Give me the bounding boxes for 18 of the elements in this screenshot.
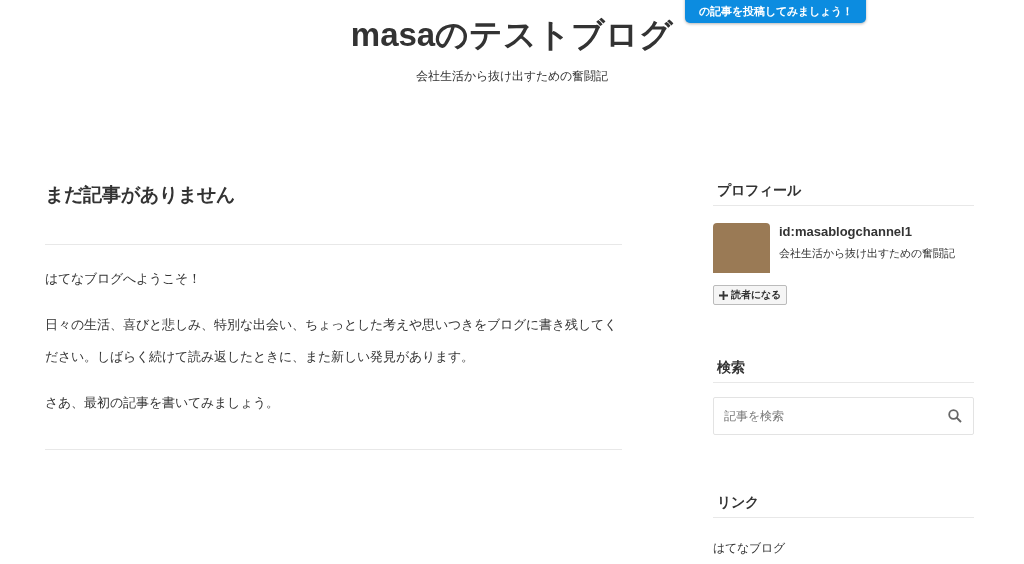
article-paragraph: 日々の生活、喜びと悲しみ、特別な出会い、ちょっとした考えや思いつきをブログに書き残してください。しばらく続けて読み返したときに、また新しい発見があります。 xyxy=(45,316,618,366)
subscribe-button[interactable]: 読者になる xyxy=(713,285,787,305)
avatar-placeholder xyxy=(713,223,770,273)
article-paragraph: さあ、最初の記事を書いてみましょう。 xyxy=(45,394,280,412)
article-paragraph: はてなブログへようこそ！ xyxy=(45,270,202,288)
plus-icon xyxy=(719,290,728,300)
profile-description: 会社生活から抜け出すための奮闘記 xyxy=(779,246,955,261)
blog-title[interactable]: masaのテストブログ xyxy=(350,14,674,56)
user-id: id:masablogchannel1 xyxy=(779,223,913,241)
search-field[interactable]: 記事を検索 xyxy=(713,397,974,435)
widget-title: 検索 xyxy=(713,357,974,383)
sidebar-link[interactable]: はてなブログ xyxy=(713,540,785,557)
search-icon[interactable] xyxy=(948,409,962,423)
post-prompt-button[interactable]: の記事を投稿してみましょう！ xyxy=(685,0,866,23)
widget-title: リンク xyxy=(713,492,974,518)
widget-title: プロフィール xyxy=(713,180,974,206)
blog-tagline: 会社生活から抜け出すための奮闘記 xyxy=(416,68,608,85)
article-title: まだ記事がありません xyxy=(45,180,622,245)
